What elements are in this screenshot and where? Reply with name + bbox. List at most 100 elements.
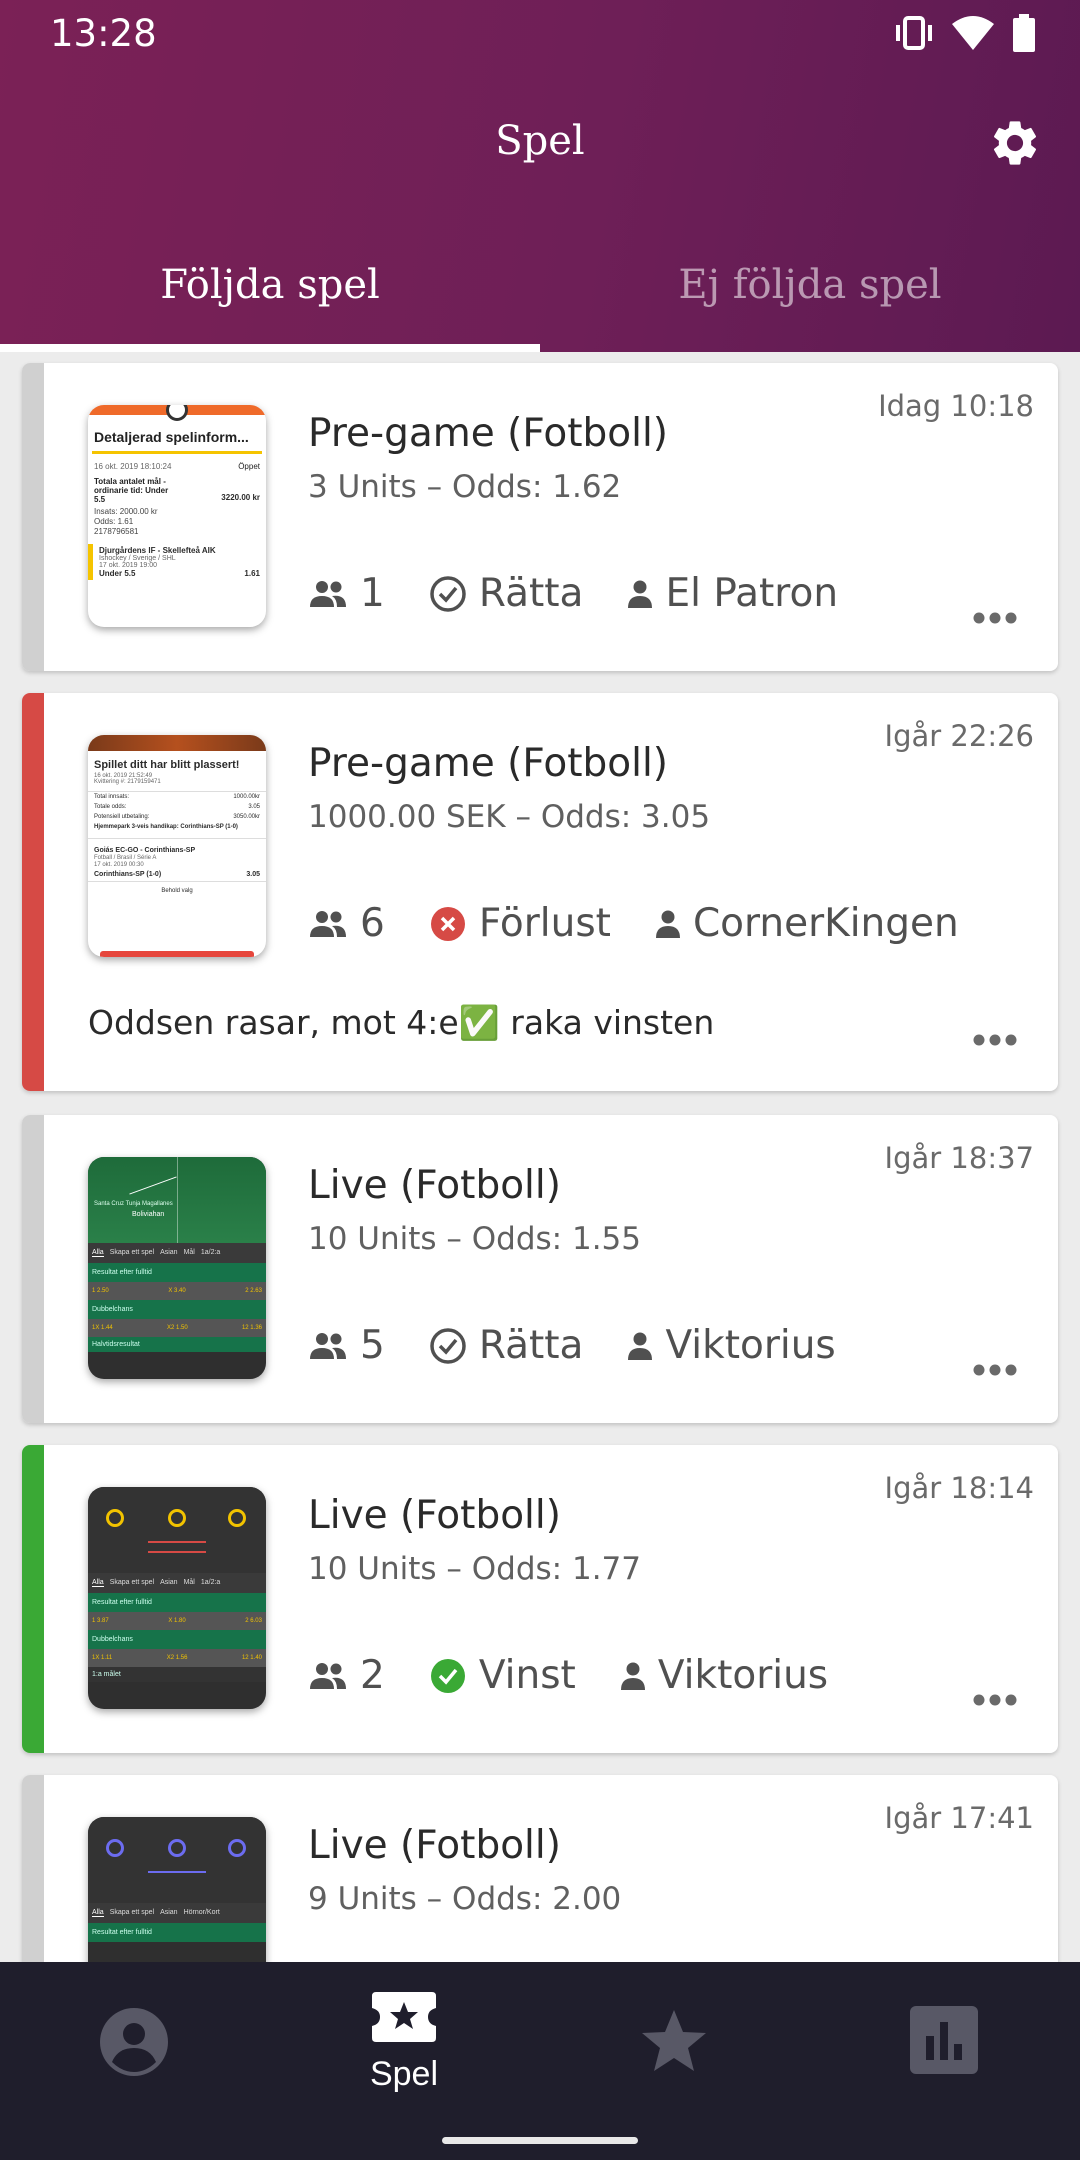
status-stripe <box>22 363 44 671</box>
nav-statistics[interactable] <box>884 2006 1004 2079</box>
thumb-odd: X 3.40 <box>168 1288 186 1294</box>
card-stats: 5 Rätta Viktorius <box>308 1323 880 1368</box>
thumb-match: Goiás EC-GO - Corinthians-SP <box>88 838 266 854</box>
result-stat: Rätta <box>429 571 584 616</box>
game-card[interactable]: Alla Skapa ett spel Asian Mål 1a/2:a Res… <box>22 1445 1058 1753</box>
thumb-tab: Skapa ett spel <box>109 1579 155 1586</box>
thumb-tab: Skapa ett spel <box>109 1249 155 1256</box>
user-stat[interactable]: CornerKingen <box>655 901 959 946</box>
tab-followed-games[interactable]: Följda spel <box>0 250 540 352</box>
thumb-odd: 1X 1.11 <box>92 1655 113 1661</box>
status-stripe <box>22 693 44 1091</box>
people-icon <box>310 1332 346 1359</box>
followers-stat: 2 <box>308 1653 385 1698</box>
game-card[interactable]: Santa Cruz Tunja Magallanes Boliviahan A… <box>22 1115 1058 1423</box>
user-stat[interactable]: Viktorius <box>627 1323 836 1368</box>
person-icon <box>655 910 680 938</box>
thumb-stake: Insats: 2000.00 kr <box>94 507 158 516</box>
thumb-pick-odds: 3.05 <box>246 871 260 878</box>
status-bar: 13:28 <box>0 0 1080 70</box>
home-indicator[interactable] <box>442 2137 638 2144</box>
game-card[interactable]: Spillet ditt har blitt plassert! 16 okt.… <box>22 693 1058 1091</box>
battery-icon <box>1013 14 1035 52</box>
user-stat[interactable]: Viktorius <box>620 1653 828 1698</box>
games-list[interactable]: Detaljerad spelinform... 16 okt. 2019 18… <box>0 352 1080 1962</box>
thumb-section: Dubbelchans <box>88 1630 266 1649</box>
more-options-icon[interactable] <box>972 1693 1018 1707</box>
thumb-odd: 12 1.40 <box>241 1655 262 1661</box>
card-stake-odds: 3 Units – Odds: 1.62 <box>308 469 622 505</box>
status-icons <box>894 14 1036 52</box>
followers-count: 1 <box>360 571 385 616</box>
more-options-icon[interactable] <box>972 1033 1018 1047</box>
more-options-icon[interactable] <box>972 611 1018 625</box>
thumb-tab: Hörnor/Kort <box>183 1909 220 1916</box>
followers-count: 2 <box>360 1653 385 1698</box>
more-options-icon[interactable] <box>972 1363 1018 1377</box>
card-comment: Oddsen rasar, mot 4:e✅ raka vinsten <box>88 1003 715 1042</box>
card-stats: 6 Förlust CornerKingen <box>308 901 1003 946</box>
thumb-section: 1:a målet <box>88 1667 266 1682</box>
card-stake-odds: 10 Units – Odds: 1.77 <box>308 1551 641 1587</box>
nav-favorites[interactable] <box>614 2008 734 2079</box>
people-icon <box>310 910 346 937</box>
game-card[interactable]: Alla Skapa ett spel Asian Hörnor/Kort Re… <box>22 1775 1058 1962</box>
thumb-heading: Spillet ditt har blitt plassert! <box>94 759 240 771</box>
thumb-tab: 1a/2:a <box>200 1579 221 1586</box>
thumb-odd: 2 2.63 <box>245 1288 262 1294</box>
thumb-payout: 3050.00kr <box>233 814 260 820</box>
bet-slip-thumbnail[interactable]: Spillet ditt har blitt plassert! 16 okt.… <box>88 735 266 957</box>
card-title: Pre-game (Fotboll) <box>308 741 669 786</box>
card-stake-odds: 9 Units – Odds: 2.00 <box>308 1881 622 1917</box>
bet-slip-thumbnail[interactable]: Detaljerad spelinform... 16 okt. 2019 18… <box>88 405 266 627</box>
thumb-bet: Under 5.5 <box>99 569 136 578</box>
page-title: Spel <box>495 118 585 164</box>
nav-profile[interactable] <box>74 2006 194 2083</box>
live-odds-thumbnail[interactable]: Alla Skapa ett spel Asian Mål 1a/2:a Res… <box>88 1487 266 1709</box>
check-circle-outline-icon <box>430 575 466 612</box>
check-circle-outline-icon <box>430 1327 466 1364</box>
thumb-team2: Boliviahan <box>132 1211 165 1218</box>
thumb-odd: X2 1.56 <box>166 1655 188 1661</box>
user-stat[interactable]: El Patron <box>627 571 838 616</box>
thumb-total-odds: 3.05 <box>248 804 260 810</box>
result-label: Rätta <box>478 571 584 616</box>
stats-icon <box>910 2006 978 2074</box>
nav-spel[interactable]: Spel <box>344 1990 464 2094</box>
thumb-team: Santa Cruz Tunja Magallanes <box>94 1201 173 1207</box>
card-title: Live (Fotboll) <box>308 1493 561 1538</box>
thumb-odd: 2 6.03 <box>245 1618 262 1624</box>
thumb-keep-choice: Behold valg <box>88 881 266 894</box>
username: El Patron <box>665 571 839 616</box>
tab-unfollowed-games[interactable]: Ej följda spel <box>540 250 1080 352</box>
loss-x-circle-icon <box>430 906 465 941</box>
person-icon <box>628 1332 653 1360</box>
tab-bar: Följda spel Ej följda spel <box>0 250 1080 352</box>
card-stake-odds: 10 Units – Odds: 1.55 <box>308 1221 641 1257</box>
thumb-tab: Alla <box>92 1909 104 1917</box>
thumb-odd: 12 1.36 <box>241 1325 262 1331</box>
thumb-bet: Hjemmepark 3-veis handikap: Corinthians-… <box>94 824 238 830</box>
status-stripe <box>22 1775 44 1962</box>
status-stripe <box>22 1445 44 1753</box>
thumb-tab: Skapa ett spel <box>109 1909 155 1916</box>
status-stripe <box>22 1115 44 1423</box>
settings-gear-icon[interactable] <box>988 116 1042 170</box>
thumb-tab: Alla <box>92 1249 104 1257</box>
thumb-odd: 1 3.87 <box>92 1618 109 1624</box>
result-label: Rätta <box>478 1323 584 1368</box>
thumb-league: Ishockey / Sverige / SHL <box>99 555 176 562</box>
live-odds-thumbnail[interactable]: Alla Skapa ett spel Asian Hörnor/Kort Re… <box>88 1817 266 1962</box>
live-odds-thumbnail[interactable]: Santa Cruz Tunja Magallanes Boliviahan A… <box>88 1157 266 1379</box>
people-icon <box>310 580 346 607</box>
card-timestamp: Igår 17:41 <box>884 1801 1034 1835</box>
followers-stat: 5 <box>308 1323 385 1368</box>
app-header: 13:28 Spel Följda spel Ej följda spel <box>0 0 1080 352</box>
card-timestamp: Igår 22:26 <box>884 719 1034 753</box>
game-card[interactable]: Detaljerad spelinform... 16 okt. 2019 18… <box>22 363 1058 671</box>
thumb-section: Resultat efter fulltid <box>88 1593 266 1612</box>
result-label: Vinst <box>478 1653 576 1698</box>
card-stats: 2 Vinst Viktorius <box>308 1653 872 1698</box>
person-icon <box>620 1662 645 1690</box>
thumb-pick: Corinthians-SP (1-0) <box>94 871 162 878</box>
